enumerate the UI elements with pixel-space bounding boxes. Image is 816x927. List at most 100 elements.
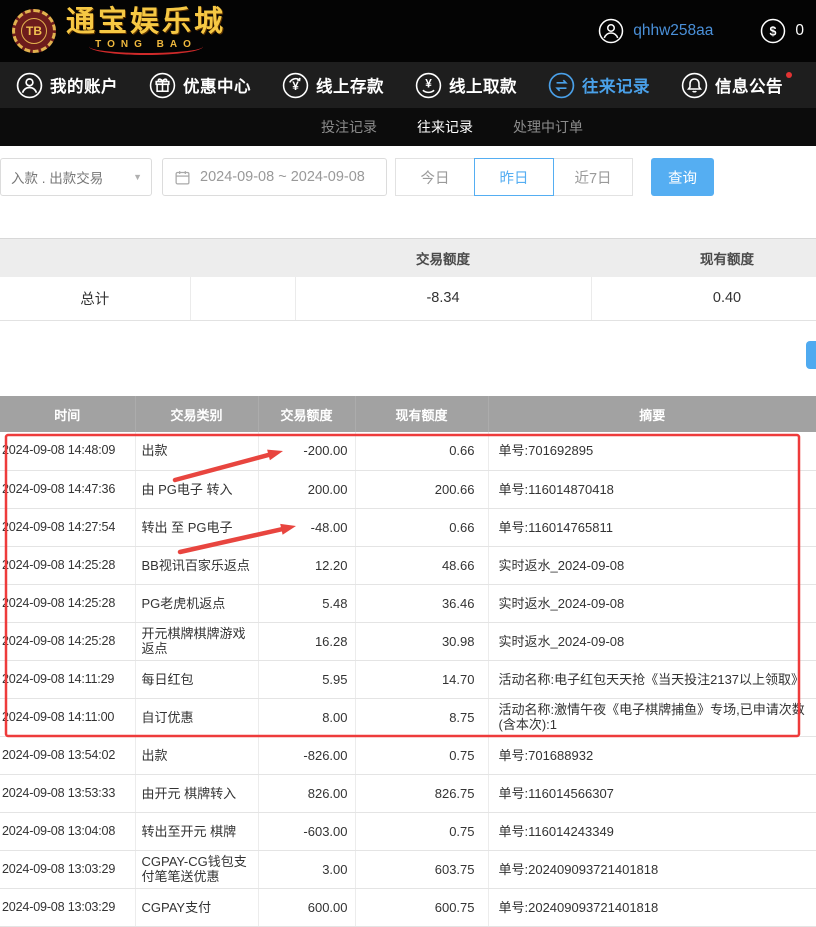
cell-type: 每日红包 (135, 660, 258, 698)
summary-balance-total: 0.40 (591, 277, 816, 321)
cell-type: 开元棋牌棋牌游戏返点 (135, 622, 258, 660)
table-row: 2024-09-08 13:03:29CGPAY-CG钱包支付笔笔送优惠3.00… (0, 850, 816, 888)
cell-balance: 8.75 (355, 698, 488, 736)
cell-summary: 单号:701692895 (488, 432, 816, 470)
tab-betting-records[interactable]: 投注记录 (321, 117, 377, 137)
header-type: 交易类别 (135, 396, 258, 432)
cell-balance: 48.66 (355, 546, 488, 584)
cell-time: 2024-09-08 14:11:00 (0, 698, 135, 736)
cell-summary: 活动名称:激情午夜《电子棋牌捕鱼》专场,已申请次数(含本次):1 (488, 698, 816, 736)
transfer-records-icon (548, 72, 575, 99)
cell-time: 2024-09-08 14:25:28 (0, 546, 135, 584)
cell-type: 由开元 棋牌转入 (135, 774, 258, 812)
cell-summary: 单号:116014870418 (488, 470, 816, 508)
cell-summary: 单号:701688932 (488, 736, 816, 774)
table-row: 2024-09-08 13:53:33由开元 棋牌转入826.00826.75单… (0, 774, 816, 812)
cell-type: 转出 至 PG电子 (135, 508, 258, 546)
cell-summary: 单号:116014243349 (488, 812, 816, 850)
summary-section: 交易额度 现有额度 总计 -8.34 0.40 (0, 238, 816, 321)
header-time: 时间 (0, 396, 135, 432)
cell-amount: 16.28 (258, 622, 355, 660)
cell-summary: 实时返水_2024-09-08 (488, 622, 816, 660)
cell-amount: 200.00 (258, 470, 355, 508)
casino-chip-icon: TB (12, 9, 56, 53)
cell-type: CGPAY支付 (135, 888, 258, 926)
cell-summary: 单号:202409093721401818 (488, 888, 816, 926)
main-navigation: 我的账户 优惠中心 ¥ 线上存款 (0, 62, 816, 108)
today-button[interactable]: 今日 (395, 158, 475, 196)
summary-header-row: 交易额度 现有额度 (0, 239, 816, 277)
transactions-section: 时间 交易类别 交易额度 现有额度 摘要 2024-09-08 14:48:09… (0, 396, 816, 927)
cell-amount: 826.00 (258, 774, 355, 812)
transactions-tbody: 2024-09-08 14:48:09出款-200.000.66单号:70169… (0, 432, 816, 926)
yesterday-button[interactable]: 昨日 (474, 158, 554, 196)
cell-summary: 单号:202409093721401818 (488, 850, 816, 888)
chip-badge: TB (21, 18, 47, 44)
transactions-header-row: 时间 交易类别 交易额度 现有额度 摘要 (0, 396, 816, 432)
cell-type: 出款 (135, 736, 258, 774)
tab-processing-orders[interactable]: 处理中订单 (513, 117, 583, 137)
cell-amount: 12.20 (258, 546, 355, 584)
side-widget-button[interactable] (806, 341, 816, 369)
table-row: 2024-09-08 14:11:00自订优惠8.008.75活动名称:激情午夜… (0, 698, 816, 736)
cell-amount: 600.00 (258, 888, 355, 926)
cell-time: 2024-09-08 14:25:28 (0, 622, 135, 660)
chevron-down-icon: ▼ (133, 172, 142, 182)
cell-amount: -603.00 (258, 812, 355, 850)
cell-summary: 实时返水_2024-09-08 (488, 546, 816, 584)
cell-time: 2024-09-08 14:25:28 (0, 584, 135, 622)
cell-time: 2024-09-08 14:47:36 (0, 470, 135, 508)
table-row: 2024-09-08 14:47:36由 PG电子 转入200.00200.66… (0, 470, 816, 508)
cell-amount: 5.48 (258, 584, 355, 622)
site-logo[interactable]: TB 通宝娱乐城 TONG BAO (12, 7, 226, 55)
summary-header-empty (0, 239, 190, 277)
user-avatar-icon (598, 18, 624, 44)
site-subtitle: TONG BAO (89, 38, 203, 55)
cell-balance: 0.66 (355, 508, 488, 546)
withdraw-icon: ¥ (415, 72, 442, 99)
nav-item-my-account[interactable]: 我的账户 (16, 72, 118, 99)
svg-text:$: $ (770, 25, 777, 39)
nav-item-deposit[interactable]: ¥ 线上存款 (282, 72, 384, 99)
table-row: 2024-09-08 14:25:28PG老虎机返点5.4836.46实时返水_… (0, 584, 816, 622)
header-balance: 现有额度 (355, 396, 488, 432)
date-range-input[interactable]: 2024-09-08 ~ 2024-09-08 (162, 158, 387, 196)
calendar-icon (174, 169, 191, 186)
cell-balance: 603.75 (355, 850, 488, 888)
table-row: 2024-09-08 13:04:08转出至开元 棋牌-603.000.75单号… (0, 812, 816, 850)
cell-amount: -826.00 (258, 736, 355, 774)
user-icon (16, 72, 43, 99)
transaction-type-select[interactable]: 入款 . 出款交易 ▼ (0, 158, 152, 196)
cell-time: 2024-09-08 14:27:54 (0, 508, 135, 546)
cell-balance: 36.46 (355, 584, 488, 622)
nav-item-transaction-records[interactable]: 往来记录 (548, 72, 650, 99)
table-row: 2024-09-08 13:03:29CGPAY支付600.00600.75单号… (0, 888, 816, 926)
nav-item-promotions[interactable]: 优惠中心 (149, 72, 251, 99)
summary-header-empty (190, 239, 295, 277)
user-area: qhhw258aa $ 0 (598, 18, 804, 44)
bell-icon (681, 72, 708, 99)
cell-time: 2024-09-08 14:48:09 (0, 432, 135, 470)
notification-dot (786, 72, 792, 78)
cell-time: 2024-09-08 13:53:33 (0, 774, 135, 812)
summary-header-balance: 现有额度 (591, 239, 816, 277)
deposit-icon: ¥ (282, 72, 309, 99)
cell-time: 2024-09-08 13:04:08 (0, 812, 135, 850)
cell-balance: 0.75 (355, 812, 488, 850)
cell-amount: 5.95 (258, 660, 355, 698)
nav-item-withdraw[interactable]: ¥ 线上取款 (415, 72, 517, 99)
cell-type: 自订优惠 (135, 698, 258, 736)
summary-total-label: 总计 (0, 277, 190, 321)
cell-balance: 14.70 (355, 660, 488, 698)
query-button[interactable]: 查询 (651, 158, 714, 196)
cell-time: 2024-09-08 13:03:29 (0, 850, 135, 888)
table-row: 2024-09-08 13:54:02出款-826.000.75单号:70168… (0, 736, 816, 774)
cell-balance: 0.75 (355, 736, 488, 774)
nav-item-announcements[interactable]: 信息公告 (681, 72, 783, 99)
tab-transaction-records[interactable]: 往来记录 (417, 117, 473, 137)
cell-balance: 0.66 (355, 432, 488, 470)
username[interactable]: qhhw258aa (633, 22, 713, 40)
table-row: 2024-09-08 14:25:28BB视讯百家乐返点12.2048.66实时… (0, 546, 816, 584)
cell-summary: 单号:116014765811 (488, 508, 816, 546)
last7days-button[interactable]: 近7日 (553, 158, 633, 196)
